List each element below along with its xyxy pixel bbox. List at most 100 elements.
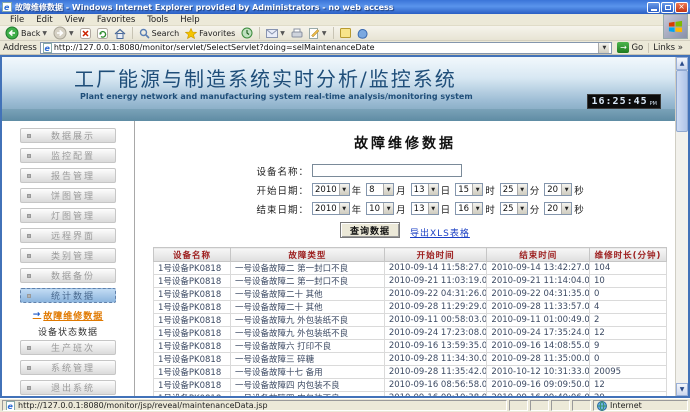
status-bar: e http://127.0.0.1:8080/monitor/jsp/reve…: [0, 398, 690, 412]
menu-item[interactable]: Help: [174, 15, 205, 25]
address-dropdown-icon[interactable]: ▼: [598, 43, 609, 53]
end-second-select[interactable]: 20▼: [544, 202, 572, 215]
chevron-down-icon: ▼: [339, 184, 349, 195]
sidebar-item[interactable]: 远程界面: [20, 228, 116, 243]
table-cell: 2010-09-28 11:33:57.0: [487, 301, 590, 314]
search-button[interactable]: Search: [137, 26, 181, 40]
forward-button[interactable]: ▼: [51, 26, 76, 40]
scroll-up-button[interactable]: ▲: [676, 57, 688, 70]
favorites-button[interactable]: Favorites: [183, 26, 237, 40]
home-button[interactable]: [112, 26, 128, 40]
status-segment: [509, 400, 528, 411]
mail-dropdown-icon[interactable]: ▼: [280, 30, 285, 37]
address-label: Address: [3, 43, 37, 53]
messenger-button[interactable]: [355, 26, 370, 40]
address-bar: Address e http://127.0.0.1:8080/monitor/…: [0, 41, 690, 55]
sidebar-item[interactable]: 数据备份: [20, 268, 116, 283]
star-icon: [185, 28, 197, 39]
sidebar-item-label: 监控配置: [31, 149, 115, 162]
go-button[interactable]: → Go: [615, 42, 645, 53]
edit-icon: [309, 28, 320, 39]
chevron-down-icon: ▼: [472, 184, 482, 195]
sidebar-item[interactable]: 退出系统: [20, 380, 116, 395]
end-date-label: 结束日期：: [245, 202, 309, 216]
minimize-button[interactable]: [647, 2, 660, 13]
scroll-track[interactable]: [676, 70, 688, 383]
sidebar-subitem-active[interactable]: →故障维修数据: [2, 308, 134, 322]
forward-dropdown-icon[interactable]: ▼: [69, 30, 74, 37]
links-label[interactable]: Links »: [648, 43, 687, 53]
sidebar-item[interactable]: 系统管理: [20, 360, 116, 375]
search-label: Search: [152, 29, 179, 38]
table-cell: 29: [590, 392, 667, 397]
start-minute-select[interactable]: 25▼: [500, 183, 528, 196]
home-icon: [114, 28, 126, 39]
form-actions: 查询数据 导出XLS表格: [340, 222, 675, 239]
stop-button[interactable]: [78, 26, 93, 40]
table-header-cell: 结束时间: [487, 248, 590, 262]
scroll-down-button[interactable]: ▼: [676, 383, 688, 396]
arrow-right-icon: →: [33, 310, 42, 320]
chevron-down-icon: ▼: [517, 203, 527, 214]
edit-dropdown-icon[interactable]: ▼: [322, 30, 327, 37]
zone-label: Internet: [610, 401, 642, 410]
sidebar-item[interactable]: 灯图管理: [20, 208, 116, 223]
end-minute-select[interactable]: 25▼: [500, 202, 528, 215]
page-area: 工厂能源与制造系统实时分析/监控系统 Plant energy network …: [0, 55, 690, 398]
start-year-select[interactable]: 2010▼: [312, 183, 350, 196]
sidebar-subitem[interactable]: 设备状态数据: [2, 324, 134, 338]
start-hour-select[interactable]: 15▼: [455, 183, 483, 196]
device-name-input[interactable]: [312, 164, 462, 177]
table-row: 1号设备PK0818一号设备故障三 碎糖2010-09-28 11:34:30.…: [154, 353, 667, 366]
start-month-select[interactable]: 8▼: [366, 183, 394, 196]
status-page-icon: e: [6, 401, 15, 411]
menu-item[interactable]: View: [59, 15, 91, 25]
table-row: 1号设备PK0818一号设备故障四 内包装不良2010-09-16 08:56:…: [154, 379, 667, 392]
restore-button[interactable]: [661, 2, 674, 13]
edit-button[interactable]: ▼: [307, 26, 329, 40]
svg-text:e: e: [44, 44, 50, 53]
table-cell: 2010-09-28 11:35:42.0: [384, 366, 487, 379]
table-cell: 104: [590, 262, 667, 275]
end-day-select[interactable]: 13▼: [411, 202, 439, 215]
address-input[interactable]: e http://127.0.0.1:8080/monitor/servlet/…: [40, 42, 613, 54]
close-button[interactable]: ×: [675, 2, 688, 13]
vertical-scrollbar[interactable]: ▲ ▼: [675, 57, 688, 396]
select-value: 8: [367, 184, 383, 195]
start-date-row: 开始日期： 2010▼ 年 8▼ 月 13▼ 日 15▼ 时 25▼ 分 20▼…: [245, 182, 675, 197]
sidebar-item[interactable]: 报告管理: [20, 168, 116, 183]
table-row: 1号设备PK0818一号设备故障四 内包装不良2010-09-16 09:10:…: [154, 392, 667, 397]
notes-icon: [340, 28, 351, 38]
menu-item[interactable]: Edit: [30, 15, 58, 25]
sidebar-item[interactable]: 饼图管理: [20, 188, 116, 203]
device-name-row: 设备名称：: [245, 163, 675, 178]
history-button[interactable]: [239, 26, 255, 40]
start-second-select[interactable]: 20▼: [544, 183, 572, 196]
query-data-button[interactable]: 查询数据: [340, 222, 400, 238]
refresh-button[interactable]: [95, 26, 110, 40]
sidebar-item[interactable]: 生产班次: [20, 340, 116, 355]
back-dropdown-icon[interactable]: ▼: [42, 30, 47, 37]
sidebar-item[interactable]: 统计数据: [20, 288, 116, 303]
table-cell: 2010-09-16 14:08:55.0: [487, 340, 590, 353]
mail-button[interactable]: ▼: [264, 26, 287, 40]
export-xls-link[interactable]: 导出XLS表格: [410, 226, 470, 239]
sidebar-item[interactable]: 类别管理: [20, 248, 116, 263]
start-day-select[interactable]: 13▼: [411, 183, 439, 196]
menu-item[interactable]: Tools: [141, 15, 174, 25]
status-segment: [572, 400, 591, 411]
menu-item[interactable]: File: [4, 15, 30, 25]
back-button[interactable]: Back ▼: [3, 26, 49, 40]
end-hour-select[interactable]: 16▼: [455, 202, 483, 215]
menu-item[interactable]: Favorites: [91, 15, 141, 25]
end-year-select[interactable]: 2010▼: [312, 202, 350, 215]
print-button[interactable]: [289, 26, 305, 40]
menubar: FileEditViewFavoritesToolsHelp: [0, 14, 690, 26]
notes-button[interactable]: [338, 26, 353, 40]
end-month-select[interactable]: 10▼: [366, 202, 394, 215]
select-value: 20: [545, 203, 561, 214]
scroll-thumb[interactable]: [676, 70, 688, 132]
sidebar-item[interactable]: 监控配置: [20, 148, 116, 163]
table-row: 1号设备PK0818一号设备故障二十 其他2010-09-22 04:31:26…: [154, 288, 667, 301]
sidebar-item[interactable]: 数据展示: [20, 128, 116, 143]
